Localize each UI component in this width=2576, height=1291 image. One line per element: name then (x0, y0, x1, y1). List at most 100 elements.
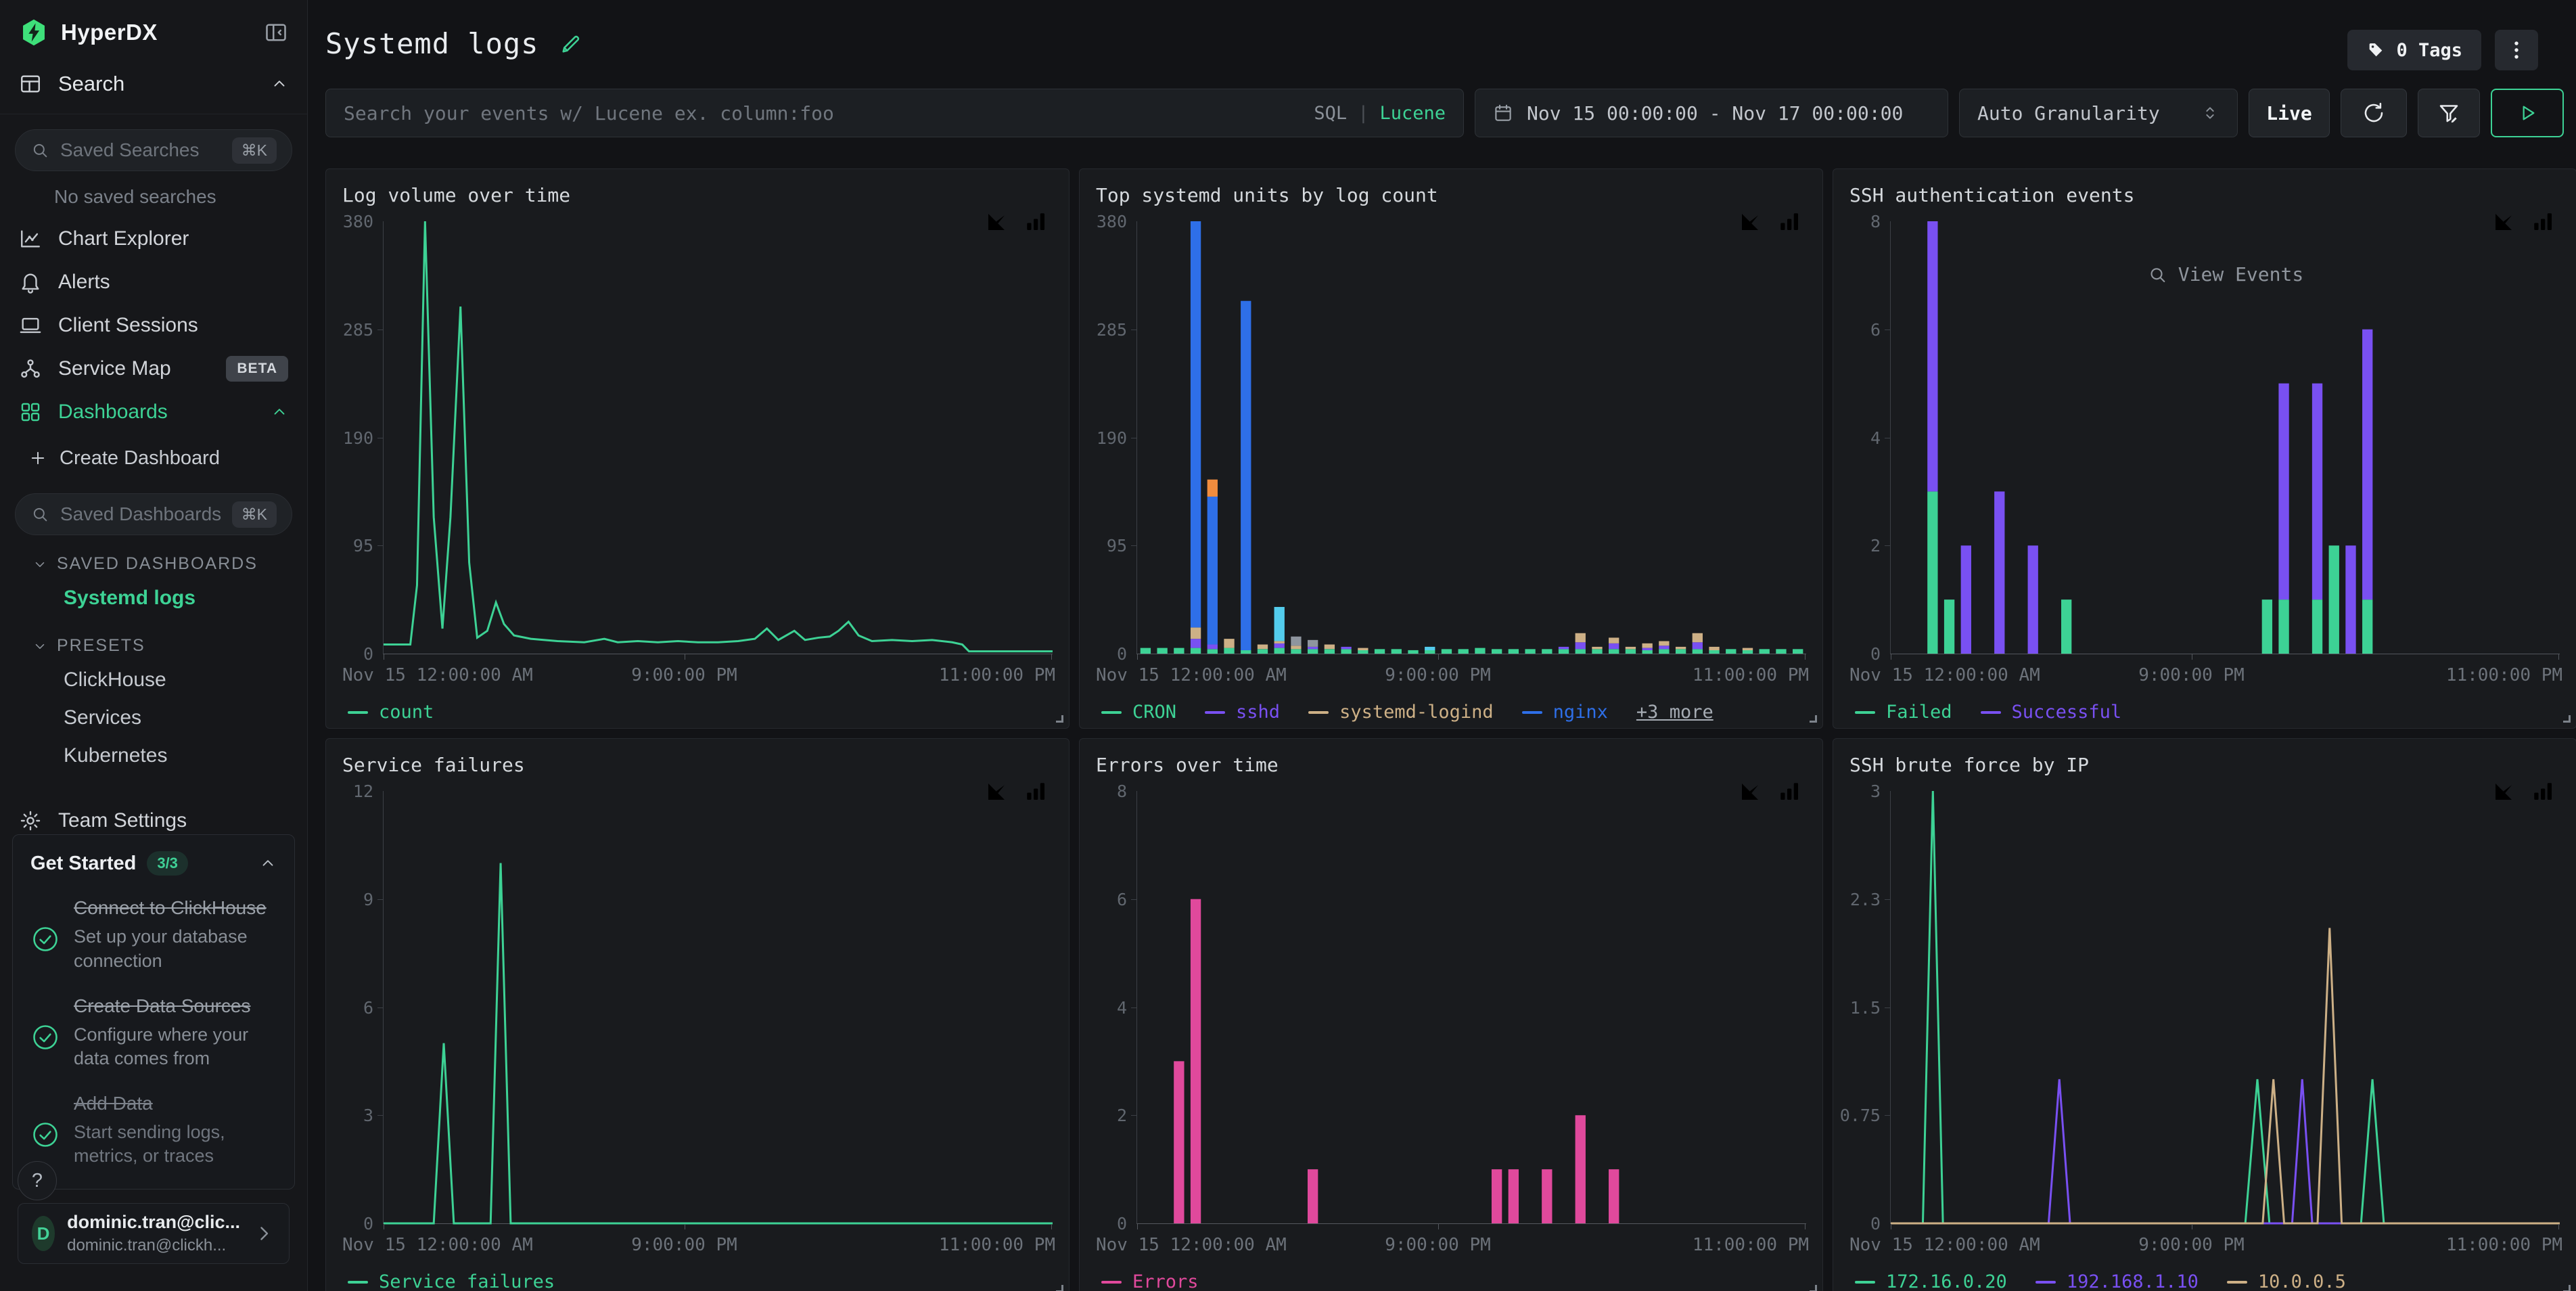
sidebar-item-client-sessions[interactable]: Client Sessions (0, 304, 307, 347)
tags-button[interactable]: 0 Tags (2347, 30, 2481, 70)
chevron-up-icon (271, 403, 288, 421)
get-started-header[interactable]: Get Started 3/3 (30, 851, 277, 876)
sql-toggle[interactable]: SQL (1314, 103, 1347, 124)
time-range-picker[interactable]: Nov 15 00:00:00 - Nov 17 00:00:00 (1475, 89, 1948, 137)
resize-handle[interactable] (1056, 1285, 1063, 1291)
x-axis-labels: Nov 15 12:00:00 AM9:00:00 PM11:00:00 PM (1136, 662, 1806, 687)
live-button[interactable]: Live (2249, 89, 2330, 137)
more-options-button[interactable] (2495, 30, 2538, 70)
resize-handle[interactable] (1810, 1285, 1817, 1291)
dashboard-link-clickhouse[interactable]: ClickHouse (0, 661, 307, 699)
legend-item-10-0-0-5[interactable]: 10.0.0.5 (2227, 1271, 2346, 1291)
filter-button[interactable] (2418, 89, 2480, 137)
sidebar-item-dashboards[interactable]: Dashboards (0, 390, 307, 434)
sidebar-item-search[interactable]: Search (0, 61, 307, 114)
line-chart-toggle-icon[interactable] (2491, 779, 2516, 807)
create-dashboard-button[interactable]: Create Dashboard (0, 438, 307, 478)
dashboards-icon (19, 401, 42, 424)
user-menu[interactable]: D dominic.tran@clic... dominic.tran@clic… (18, 1203, 290, 1264)
bar-chart-toggle-icon[interactable] (2530, 779, 2556, 807)
resize-handle[interactable] (1810, 715, 1817, 723)
sidebar-item-chart-explorer[interactable]: Chart Explorer (0, 217, 307, 261)
bar-chart-toggle-icon[interactable] (1023, 779, 1049, 807)
legend-item-successful[interactable]: Successful (1981, 702, 2122, 723)
bar-chart-toggle-icon[interactable] (2530, 210, 2556, 237)
y-tick-label: 0 (1117, 646, 1127, 662)
chart-legend: 172.16.0.20 192.168.1.10 10.0.0.5 (1849, 1271, 2560, 1291)
help-button[interactable]: ? (18, 1161, 57, 1200)
x-tick-mark (1438, 1224, 1439, 1229)
sidebar-item-team-settings[interactable]: Team Settings (0, 799, 307, 834)
legend-more-link[interactable]: +3 more (1636, 702, 1714, 723)
get-started-item-connect-to-clickhouse[interactable]: Connect to ClickHouseSet up your databas… (30, 896, 277, 973)
get-started-item-desc: Start sending logs, metrics, or traces (74, 1120, 277, 1169)
sidebar-item-alerts[interactable]: Alerts (0, 261, 307, 304)
get-started-item-add-data[interactable]: Add DataStart sending logs, metrics, or … (30, 1091, 277, 1169)
legend-item-nginx[interactable]: nginx (1522, 702, 1608, 723)
group-header-saved-dashboards[interactable]: SAVED DASHBOARDS (32, 554, 307, 574)
x-axis-labels: Nov 15 12:00:00 AM9:00:00 PM11:00:00 PM (383, 1232, 1053, 1256)
chart-legend: CRON sshd systemd-logind nginx +3 more (1096, 702, 1806, 723)
legend-item-172-16-0-20[interactable]: 172.16.0.20 (1855, 1271, 2007, 1291)
y-tick-label: 4 (1117, 999, 1127, 1016)
saved-dashboards-input[interactable]: ⌘K (15, 493, 292, 535)
plot-area[interactable]: View Events (1890, 221, 2560, 654)
resize-handle[interactable] (1056, 715, 1063, 723)
get-started-item-create-data-sources[interactable]: Create Data SourcesConfigure where your … (30, 994, 277, 1071)
kbd-shortcut: ⌘K (232, 501, 277, 528)
line-chart-toggle-icon[interactable] (1737, 779, 1763, 807)
y-axis-labels: 86420 (1849, 213, 1890, 662)
saved-searches-field[interactable] (60, 139, 221, 161)
get-started-item-desc: Configure where your data comes from (74, 1023, 277, 1071)
legend-label: Errors (1132, 1271, 1199, 1291)
y-tick-label: 8 (1117, 783, 1127, 800)
line-chart-toggle-icon[interactable] (2491, 210, 2516, 237)
chart-canvas (1891, 221, 2560, 654)
plot-area[interactable] (383, 791, 1053, 1224)
x-tick-label: Nov 15 12:00:00 AM (1096, 1235, 1287, 1255)
plot-area[interactable] (1136, 791, 1806, 1224)
legend-item-cron[interactable]: CRON (1101, 702, 1176, 723)
y-tick-mark (1885, 899, 1890, 900)
legend-item-sshd[interactable]: sshd (1205, 702, 1280, 723)
view-events-button[interactable]: View Events (2147, 263, 2303, 286)
chart-mode-toggle (984, 779, 1049, 807)
legend-swatch (1855, 1281, 1875, 1284)
legend-item-service-failures[interactable]: Service failures (348, 1271, 555, 1291)
run-query-button[interactable] (2491, 89, 2564, 137)
legend-item-failed[interactable]: Failed (1855, 702, 1952, 723)
refresh-button[interactable] (2341, 89, 2407, 137)
plot-area[interactable] (1136, 221, 1806, 654)
collapse-sidebar-icon[interactable] (264, 20, 288, 45)
bar-chart-toggle-icon[interactable] (1776, 779, 1802, 807)
resize-handle[interactable] (2563, 715, 2571, 723)
line-chart-toggle-icon[interactable] (984, 779, 1009, 807)
line-chart-toggle-icon[interactable] (1737, 210, 1763, 237)
x-tick-label: Nov 15 12:00:00 AM (342, 665, 533, 685)
legend-item-192-168-1-10[interactable]: 192.168.1.10 (2036, 1271, 2199, 1291)
sidebar-item-service-map[interactable]: Service MapBETA (0, 347, 307, 390)
legend-item-errors[interactable]: Errors (1101, 1271, 1199, 1291)
group-header-presets[interactable]: PRESETS (32, 636, 307, 656)
plot-area[interactable] (1890, 791, 2560, 1224)
dashboard-link-services[interactable]: Services (0, 699, 307, 737)
chevron-up-icon[interactable] (259, 855, 277, 872)
granularity-select[interactable]: Auto Granularity (1959, 89, 2238, 137)
saved-searches-input[interactable]: ⌘K (15, 129, 292, 171)
line-chart-toggle-icon[interactable] (984, 210, 1009, 237)
edit-title-pencil-icon[interactable] (559, 32, 583, 56)
x-tick-mark (1438, 654, 1439, 660)
dashboard-link-kubernetes[interactable]: Kubernetes (0, 737, 307, 775)
legend-item-count[interactable]: count (348, 702, 434, 723)
saved-dashboards-field[interactable] (60, 503, 221, 525)
x-tick-label: 11:00:00 PM (1693, 1235, 1809, 1255)
resize-handle[interactable] (2563, 1285, 2571, 1291)
legend-item-systemd-logind[interactable]: systemd-logind (1308, 702, 1494, 723)
lucene-toggle[interactable]: Lucene (1379, 103, 1446, 124)
calendar-icon (1493, 103, 1513, 123)
plot-area[interactable] (383, 221, 1053, 654)
bar-chart-toggle-icon[interactable] (1776, 210, 1802, 237)
dashboard-link-systemd-logs[interactable]: Systemd logs (0, 579, 307, 617)
bar-chart-toggle-icon[interactable] (1023, 210, 1049, 237)
event-search-input[interactable] (344, 102, 1300, 124)
